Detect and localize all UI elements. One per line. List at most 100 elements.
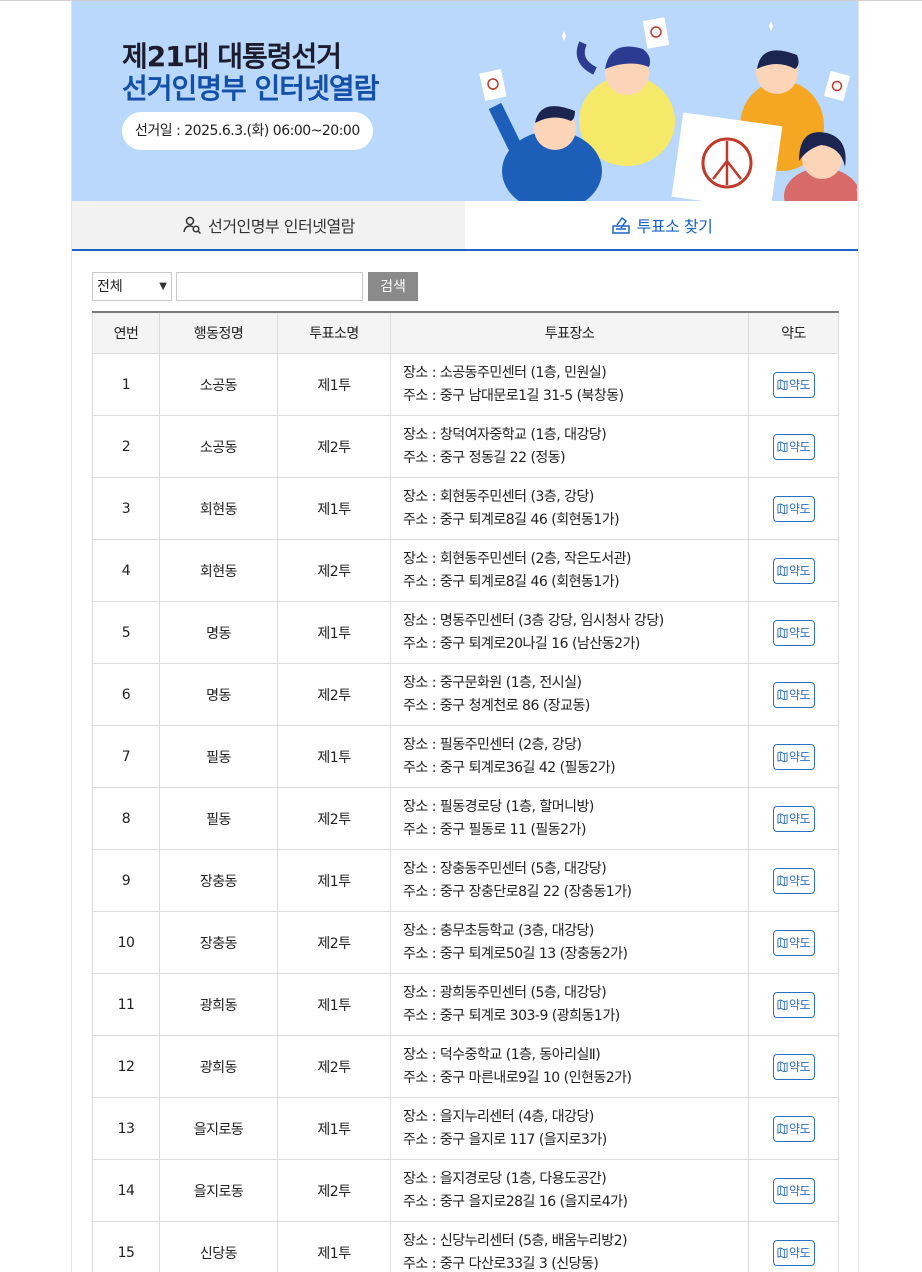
- tab-voter-list-view[interactable]: 선거인명부 인터넷열람: [72, 201, 465, 249]
- map-button[interactable]: 약도: [772, 867, 815, 894]
- location-place: 장소 : 을지경로당 (1층, 다용도공간): [403, 1170, 607, 1187]
- row-location: 장소 : 신당누리센터 (5층, 배움누리방2) 주소 : 중구 다산로33길 3…: [390, 1221, 749, 1272]
- area-select-value: 전체: [97, 279, 123, 295]
- row-dong: 회현동: [159, 477, 278, 540]
- row-dong: 신당동: [159, 1221, 278, 1272]
- map-icon: [777, 565, 788, 576]
- map-icon: [777, 875, 788, 886]
- map-button[interactable]: 약도: [772, 743, 815, 770]
- map-button[interactable]: 약도: [772, 1115, 815, 1142]
- search-button[interactable]: 검색: [368, 271, 418, 301]
- row-number: 1: [92, 353, 160, 416]
- row-map-cell: 약도: [748, 849, 839, 912]
- location-place: 장소 : 신당누리센터 (5층, 배움누리방2): [403, 1232, 628, 1249]
- map-button[interactable]: 약도: [772, 929, 815, 956]
- map-button[interactable]: 약도: [772, 805, 815, 832]
- row-dong: 회현동: [159, 539, 278, 602]
- row-number: 10: [92, 911, 160, 974]
- map-button-label: 약도: [788, 440, 811, 454]
- location-address: 주소 : 중구 장충단로8길 22 (장충동1가): [403, 883, 632, 900]
- row-station: 제1투: [277, 1221, 391, 1272]
- row-dong: 장충동: [159, 849, 278, 912]
- location-place: 장소 : 필동경로당 (1층, 할머니방): [403, 798, 594, 815]
- row-station: 제2투: [277, 787, 391, 850]
- row-dong: 명동: [159, 663, 278, 726]
- row-dong: 필동: [159, 725, 278, 788]
- location-place: 장소 : 중구문화원 (1층, 전시실): [403, 674, 582, 691]
- map-button[interactable]: 약도: [772, 1177, 815, 1204]
- map-button-label: 약도: [788, 1122, 811, 1136]
- row-dong: 소공동: [159, 415, 278, 478]
- table-row: 1 소공동 제1투 장소 : 소공동주민센터 (1층, 민원실) 주소 : 중구 남대문…: [92, 353, 839, 416]
- location-address: 주소 : 중구 퇴계로8길 46 (회현동1가): [403, 511, 620, 528]
- map-button-label: 약도: [788, 874, 811, 888]
- row-map-cell: 약도: [748, 787, 839, 850]
- row-number: 15: [92, 1221, 160, 1272]
- row-map-cell: 약도: [748, 539, 839, 602]
- ballot-box-icon: [611, 216, 630, 234]
- tab-find-polling-station[interactable]: 투표소 찾기: [465, 201, 858, 249]
- location-address: 주소 : 중구 남대문로1길 31-5 (북창동): [403, 387, 624, 404]
- map-button[interactable]: 약도: [772, 433, 815, 460]
- row-number: 4: [92, 539, 160, 602]
- search-bar: 전체 ▼ 검색: [92, 271, 838, 301]
- map-button[interactable]: 약도: [772, 557, 815, 584]
- row-map-cell: 약도: [748, 1159, 839, 1222]
- row-dong: 필동: [159, 787, 278, 850]
- map-button[interactable]: 약도: [772, 619, 815, 646]
- map-button[interactable]: 약도: [772, 1053, 815, 1080]
- row-dong: 을지로동: [159, 1159, 278, 1222]
- map-button-label: 약도: [788, 1184, 811, 1198]
- location-address: 주소 : 중구 퇴계로 303-9 (광희동1가): [403, 1007, 620, 1024]
- map-button-label: 약도: [788, 1246, 811, 1260]
- row-station: 제1투: [277, 601, 391, 664]
- map-button-label: 약도: [788, 750, 811, 764]
- election-date-badge: 선거일 : 2025.6.3.(화) 06:00~20:00: [122, 112, 373, 150]
- map-button[interactable]: 약도: [772, 495, 815, 522]
- map-button[interactable]: 약도: [772, 681, 815, 708]
- location-address: 주소 : 중구 마른내로9길 10 (인현동2가): [403, 1069, 632, 1086]
- row-dong: 명동: [159, 601, 278, 664]
- table-row: 10 장충동 제2투 장소 : 충무초등학교 (3층, 대강당) 주소 : 중구 퇴계로…: [92, 911, 839, 974]
- row-map-cell: 약도: [748, 477, 839, 540]
- row-station: 제2투: [277, 1035, 391, 1098]
- table-row: 8 필동 제2투 장소 : 필동경로당 (1층, 할머니방) 주소 : 중구 필동로 1…: [92, 787, 839, 850]
- row-location: 장소 : 장충동주민센터 (5층, 대강당) 주소 : 중구 장충단로8길 22 …: [390, 849, 749, 912]
- page-container: 제21대 대통령선거 선거인명부 인터넷열람 선거일 : 2025.6.3.(화…: [71, 1, 859, 1272]
- search-input[interactable]: [176, 271, 363, 301]
- location-place: 장소 : 소공동주민센터 (1층, 민원실): [403, 364, 607, 381]
- area-select[interactable]: 전체 ▼: [92, 271, 172, 301]
- map-icon: [777, 751, 788, 762]
- table-row: 7 필동 제1투 장소 : 필동주민센터 (2층, 강당) 주소 : 중구 퇴계로36길…: [92, 725, 839, 788]
- location-address: 주소 : 중구 퇴계로8길 46 (회현동1가): [403, 573, 620, 590]
- banner-title-line2: 선거인명부 인터넷열람: [122, 72, 379, 105]
- row-location: 장소 : 회현동주민센터 (3층, 강당) 주소 : 중구 퇴계로8길 46 (회…: [390, 477, 749, 540]
- location-place: 장소 : 덕수중학교 (1층, 동아리실Ⅱ): [403, 1046, 601, 1063]
- election-banner: 제21대 대통령선거 선거인명부 인터넷열람 선거일 : 2025.6.3.(화…: [72, 1, 858, 201]
- row-location: 장소 : 필동주민센터 (2층, 강당) 주소 : 중구 퇴계로36길 42 (필…: [390, 725, 749, 788]
- row-location: 장소 : 명동주민센터 (3층 강당, 임시청사 강당) 주소 : 중구 퇴계로2…: [390, 601, 749, 664]
- table-row: 3 회현동 제1투 장소 : 회현동주민센터 (3층, 강당) 주소 : 중구 퇴계로8…: [92, 477, 839, 540]
- row-map-cell: 약도: [748, 1097, 839, 1160]
- row-location: 장소 : 회현동주민센터 (2층, 작은도서관) 주소 : 중구 퇴계로8길 46…: [390, 539, 749, 602]
- row-dong: 소공동: [159, 353, 278, 416]
- tab-label: 선거인명부 인터넷열람: [208, 217, 355, 236]
- map-icon: [777, 689, 788, 700]
- row-location: 장소 : 을지누리센터 (4층, 대강당) 주소 : 중구 을지로 117 (을지…: [390, 1097, 749, 1160]
- location-place: 장소 : 광희동주민센터 (5층, 대강당): [403, 984, 607, 1001]
- row-number: 5: [92, 601, 160, 664]
- location-address: 주소 : 중구 퇴계로20나길 16 (남산동2가): [403, 635, 640, 652]
- table-row: 4 회현동 제2투 장소 : 회현동주민센터 (2층, 작은도서관) 주소 : 중구 퇴…: [92, 539, 839, 602]
- map-button-label: 약도: [788, 502, 811, 516]
- row-number: 11: [92, 973, 160, 1036]
- location-address: 주소 : 중구 을지로28길 16 (을지로4가): [403, 1193, 628, 1210]
- map-button[interactable]: 약도: [772, 1239, 815, 1266]
- map-icon: [777, 999, 788, 1010]
- map-button[interactable]: 약도: [772, 371, 815, 398]
- map-button-label: 약도: [788, 378, 811, 392]
- row-station: 제2투: [277, 911, 391, 974]
- row-station: 제2투: [277, 539, 391, 602]
- row-location: 장소 : 필동경로당 (1층, 할머니방) 주소 : 중구 필동로 11 (필동2…: [390, 787, 749, 850]
- map-button[interactable]: 약도: [772, 991, 815, 1018]
- row-station: 제1투: [277, 353, 391, 416]
